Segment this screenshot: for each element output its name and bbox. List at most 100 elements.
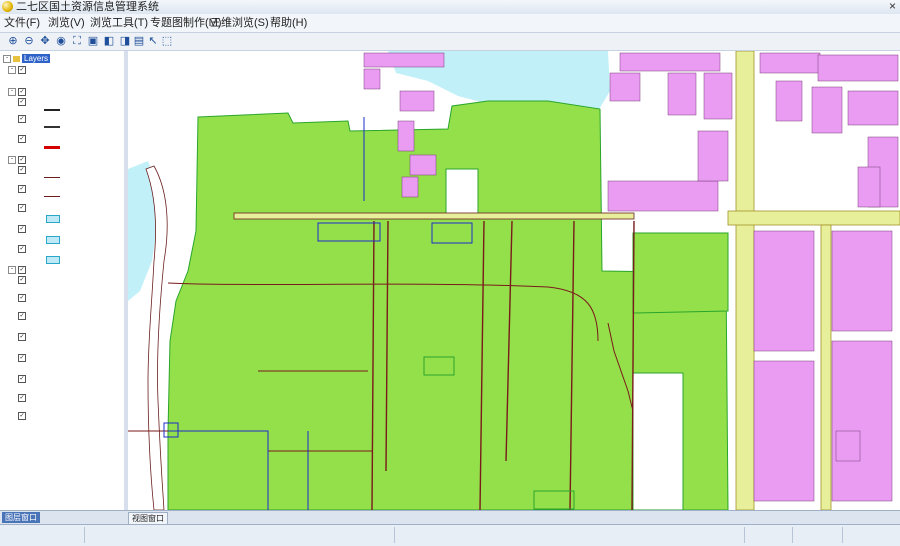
layer-checkbox[interactable]: ✓ bbox=[18, 276, 26, 284]
info-tool-icon[interactable]: ↖ bbox=[146, 34, 160, 48]
building bbox=[835, 430, 861, 462]
menu-view[interactable]: 浏览(V) bbox=[48, 14, 85, 32]
building bbox=[397, 120, 415, 152]
legend-line bbox=[44, 196, 60, 197]
building bbox=[753, 230, 815, 352]
tree-item[interactable]: ✓ bbox=[18, 293, 28, 303]
status-scale-label bbox=[696, 527, 745, 543]
tree-item[interactable]: ✓ bbox=[18, 224, 28, 234]
map-canvas[interactable] bbox=[128, 51, 900, 510]
layer-checkbox[interactable]: ✓ bbox=[18, 98, 26, 106]
building bbox=[399, 90, 435, 112]
globe-icon[interactable]: ◉ bbox=[54, 34, 68, 48]
legend-fill bbox=[46, 236, 60, 244]
layers-root[interactable]: - Layers bbox=[3, 54, 51, 64]
tab-layers[interactable]: 图层窗口 bbox=[2, 512, 40, 523]
collapse-icon[interactable]: - bbox=[8, 266, 16, 274]
layer-checkbox[interactable]: ✓ bbox=[18, 266, 26, 274]
layer-checkbox[interactable]: ✓ bbox=[18, 312, 26, 320]
status-coordinates bbox=[86, 527, 395, 543]
legend-line bbox=[44, 177, 60, 178]
building bbox=[811, 86, 843, 134]
layer-checkbox[interactable]: ✓ bbox=[18, 135, 26, 143]
building bbox=[697, 130, 729, 182]
blank-parcel bbox=[632, 372, 684, 510]
collapse-icon[interactable]: - bbox=[8, 156, 16, 164]
tree-group[interactable]: - ✓ bbox=[8, 65, 28, 75]
layer-checkbox[interactable]: ✓ bbox=[18, 294, 26, 302]
tree-item[interactable]: ✓ bbox=[18, 244, 28, 254]
collapse-icon[interactable]: - bbox=[8, 88, 16, 96]
tree-group[interactable]: - ✓ bbox=[8, 87, 28, 97]
tree-item[interactable]: ✓ bbox=[18, 353, 28, 363]
building bbox=[607, 180, 719, 212]
tree-item[interactable]: ✓ bbox=[18, 114, 28, 124]
layer-checkbox[interactable]: ✓ bbox=[18, 66, 26, 74]
legend-line bbox=[44, 146, 60, 149]
title-bar: 二七区国土资源信息管理系统 × bbox=[0, 0, 900, 15]
layer-checkbox[interactable]: ✓ bbox=[18, 115, 26, 123]
layer-checkbox[interactable]: ✓ bbox=[18, 354, 26, 362]
tree-item[interactable]: ✓ bbox=[18, 165, 28, 175]
building bbox=[409, 154, 437, 176]
full-extent-icon[interactable]: ⛶ bbox=[70, 34, 84, 48]
select-icon[interactable]: ⬚ bbox=[160, 34, 174, 48]
layer-checkbox[interactable]: ✓ bbox=[18, 394, 26, 402]
building bbox=[831, 340, 893, 502]
menu-tools[interactable]: 浏览工具(T) bbox=[90, 14, 148, 32]
layer-checkbox[interactable]: ✓ bbox=[18, 245, 26, 253]
forward-icon[interactable]: ◨ bbox=[118, 34, 132, 48]
layer-checkbox[interactable]: ✓ bbox=[18, 375, 26, 383]
building bbox=[753, 360, 815, 502]
tree-item[interactable]: ✓ bbox=[18, 393, 28, 403]
bottom-tabs: 图层窗口 视图窗口 bbox=[0, 510, 900, 525]
fixed-zoom-icon[interactable]: ▣ bbox=[86, 34, 100, 48]
tab-results[interactable] bbox=[50, 512, 56, 523]
menu-help[interactable]: 帮助(H) bbox=[270, 14, 307, 32]
tree-item[interactable]: ✓ bbox=[18, 203, 28, 213]
legend-fill bbox=[46, 215, 60, 223]
menu-file[interactable]: 文件(F) bbox=[4, 14, 40, 32]
building bbox=[847, 90, 899, 126]
tree-item[interactable]: ✓ bbox=[18, 411, 28, 421]
layer-checkbox[interactable]: ✓ bbox=[18, 166, 26, 174]
zoom-out-icon[interactable]: ⊖ bbox=[22, 34, 36, 48]
status-user-value bbox=[836, 527, 900, 543]
tree-item[interactable]: ✓ bbox=[18, 311, 28, 321]
building bbox=[619, 52, 721, 72]
map-view[interactable] bbox=[128, 51, 900, 510]
layer-checkbox[interactable]: ✓ bbox=[18, 225, 26, 233]
identify-icon[interactable]: ▤ bbox=[132, 34, 146, 48]
layer-checkbox[interactable]: ✓ bbox=[18, 185, 26, 193]
building bbox=[609, 72, 641, 102]
tree-item[interactable]: ✓ bbox=[18, 332, 28, 342]
back-icon[interactable]: ◧ bbox=[102, 34, 116, 48]
building bbox=[667, 72, 697, 116]
road-horizontal bbox=[727, 210, 900, 226]
tree-group[interactable]: - ✓ bbox=[8, 265, 28, 275]
tree-group[interactable]: - ✓ bbox=[8, 155, 28, 165]
tree-item[interactable]: ✓ bbox=[18, 374, 28, 384]
tree-item[interactable]: ✓ bbox=[18, 184, 28, 194]
collapse-icon[interactable]: - bbox=[3, 55, 11, 63]
road-vertical bbox=[735, 51, 755, 510]
close-icon[interactable]: × bbox=[889, 0, 896, 14]
legend-line bbox=[44, 109, 60, 111]
collapse-icon[interactable]: - bbox=[8, 66, 16, 74]
tree-item[interactable]: ✓ bbox=[18, 97, 28, 107]
zoom-in-icon[interactable]: ⊕ bbox=[6, 34, 20, 48]
pan-icon[interactable]: ✥ bbox=[38, 34, 52, 48]
app-icon bbox=[2, 1, 13, 12]
tree-item[interactable]: ✓ bbox=[18, 275, 28, 285]
building bbox=[703, 72, 733, 120]
tree-item[interactable]: ✓ bbox=[18, 134, 28, 144]
menu-3d[interactable]: 三维浏览(S) bbox=[210, 14, 269, 32]
layer-checkbox[interactable]: ✓ bbox=[18, 204, 26, 212]
layer-checkbox[interactable]: ✓ bbox=[18, 333, 26, 341]
layer-checkbox[interactable]: ✓ bbox=[18, 88, 26, 96]
toolbar: ⊕ ⊖ ✥ ◉ ⛶ ▣ ◧ ◨ ▤ ↖ ⬚ bbox=[0, 33, 900, 51]
layer-checkbox[interactable]: ✓ bbox=[18, 156, 26, 164]
building bbox=[363, 52, 445, 68]
layer-checkbox[interactable]: ✓ bbox=[18, 412, 26, 420]
legend-fill bbox=[46, 256, 60, 264]
